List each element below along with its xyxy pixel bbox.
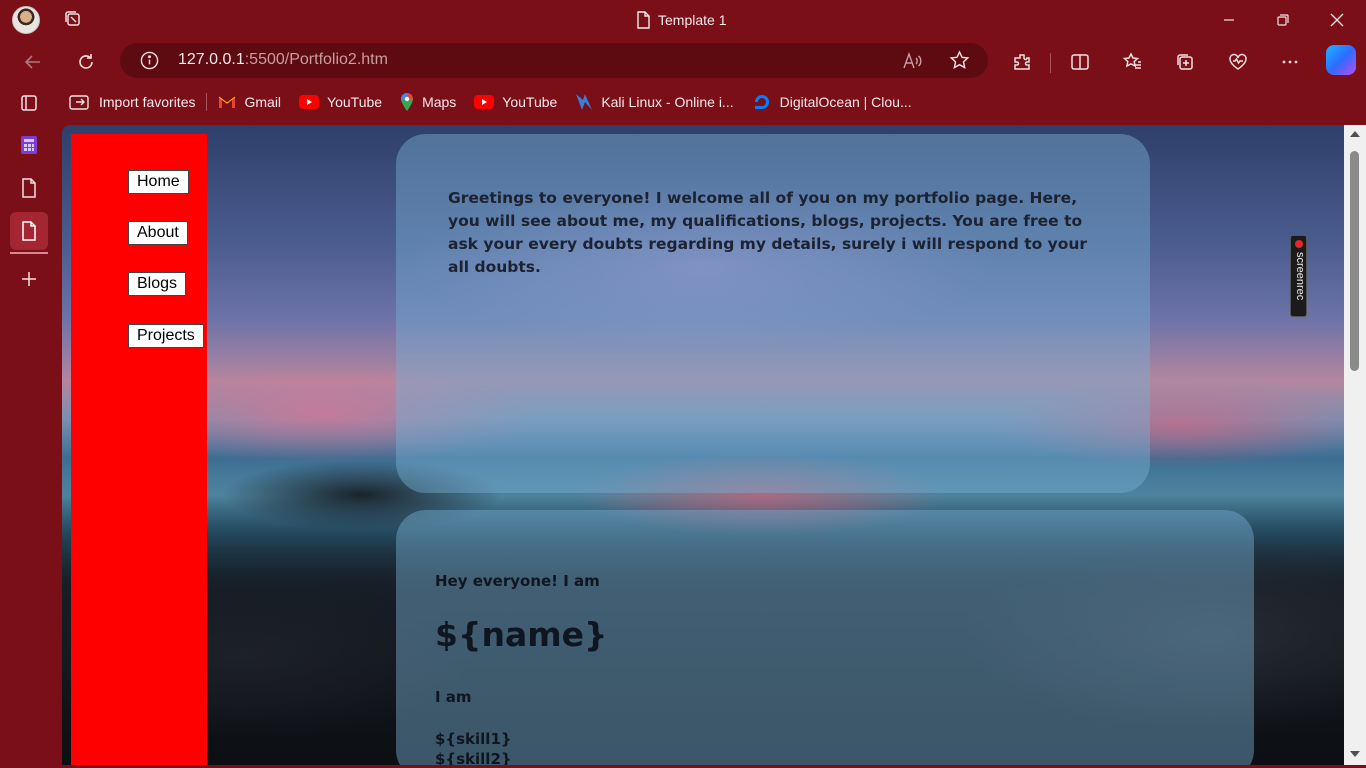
restore-button[interactable] xyxy=(1256,0,1310,40)
collections-icon[interactable] xyxy=(1169,46,1201,78)
page-scrollbar[interactable] xyxy=(1344,125,1366,765)
favorite-import[interactable]: Import favorites xyxy=(60,88,204,116)
more-menu-icon[interactable] xyxy=(1274,46,1306,78)
info-icon[interactable] xyxy=(140,51,159,70)
side-nav: Home About Blogs Projects xyxy=(71,134,207,765)
profile-avatar[interactable] xyxy=(12,6,40,34)
minimize-button[interactable] xyxy=(1202,0,1256,40)
browser-essentials-icon[interactable] xyxy=(1222,46,1254,78)
nav-about-button[interactable]: About xyxy=(128,221,188,245)
greeting-card: Greetings to everyone! I welcome all of … xyxy=(396,134,1150,493)
favorite-kali[interactable]: Kali Linux - Online i... xyxy=(566,88,742,116)
read-aloud-icon[interactable] xyxy=(902,51,922,71)
browser-window: Template 1 127.0.0.1:5500/Portfolio2.htm xyxy=(0,0,1366,768)
page-icon xyxy=(637,11,650,29)
title-bar: Template 1 xyxy=(0,0,1366,40)
favorites-divider xyxy=(206,93,208,111)
tab-actions-icon[interactable] xyxy=(10,84,48,122)
vertical-tabs-sidebar xyxy=(0,84,56,768)
screenrec-label: screenrec xyxy=(1294,252,1306,301)
scroll-thumb[interactable] xyxy=(1350,151,1359,371)
greeting-text: Greetings to everyone! I welcome all of … xyxy=(448,189,1088,276)
tab-title: Template 1 xyxy=(658,12,727,28)
kali-icon xyxy=(576,94,593,110)
scroll-down-arrow-icon[interactable] xyxy=(1350,751,1360,757)
calculator-tab-icon[interactable] xyxy=(10,126,48,164)
youtube-icon xyxy=(474,95,495,109)
url-text[interactable]: 127.0.0.1:5500/Portfolio2.htm xyxy=(178,51,388,69)
record-icon xyxy=(1295,240,1303,248)
favorite-maps[interactable]: Maps xyxy=(391,88,465,116)
toolbar: 127.0.0.1:5500/Portfolio2.htm xyxy=(0,40,1366,84)
nav-blogs-button[interactable]: Blogs xyxy=(128,272,187,296)
favorite-youtube-1[interactable]: YouTube xyxy=(290,88,391,116)
intro-text: Hey everyone! I am xyxy=(435,572,600,590)
about-card: Hey everyone! I am ${name} I am ${skill1… xyxy=(396,510,1254,765)
favorite-digitalocean[interactable]: DigitalOcean | Clou... xyxy=(743,88,921,116)
digitalocean-icon xyxy=(754,95,769,109)
screenrec-widget[interactable]: screenrec xyxy=(1290,235,1307,317)
toolbar-divider xyxy=(1050,53,1051,73)
gmail-icon xyxy=(219,96,236,108)
nav-home-button[interactable]: Home xyxy=(128,170,189,194)
address-bar[interactable]: 127.0.0.1:5500/Portfolio2.htm xyxy=(120,43,988,78)
favorite-youtube-2[interactable]: YouTube xyxy=(465,88,566,116)
skill1-text: ${skill1} xyxy=(435,730,512,748)
split-screen-icon[interactable] xyxy=(1064,46,1096,78)
back-button[interactable] xyxy=(17,46,49,78)
workspaces-icon[interactable] xyxy=(62,8,84,30)
favorite-gmail[interactable]: Gmail xyxy=(209,88,290,116)
i-am-text: I am xyxy=(435,688,472,706)
page-tab-icon[interactable] xyxy=(10,169,48,207)
scroll-up-arrow-icon[interactable] xyxy=(1350,131,1360,137)
sidebar-divider xyxy=(10,252,48,254)
maps-icon xyxy=(401,93,414,111)
tab[interactable]: Template 1 xyxy=(636,10,726,30)
web-viewport: Home About Blogs Projects Greetings to e… xyxy=(62,125,1366,765)
copilot-icon[interactable] xyxy=(1326,45,1356,75)
name-heading: ${name} xyxy=(435,615,608,654)
extensions-icon[interactable] xyxy=(1006,46,1038,78)
youtube-icon xyxy=(299,95,320,109)
skill2-text: ${skill2} xyxy=(435,750,512,765)
favorite-star-icon[interactable] xyxy=(949,50,970,71)
favorites-bar: Import favorites Gmail YouTube Maps YouT… xyxy=(60,88,921,116)
favorites-icon[interactable] xyxy=(1117,46,1149,78)
active-page-tab-icon[interactable] xyxy=(10,212,48,250)
import-icon xyxy=(69,95,89,110)
new-tab-icon[interactable] xyxy=(10,260,48,298)
refresh-button[interactable] xyxy=(70,46,102,78)
close-button[interactable] xyxy=(1310,0,1364,40)
nav-projects-button[interactable]: Projects xyxy=(128,324,204,348)
